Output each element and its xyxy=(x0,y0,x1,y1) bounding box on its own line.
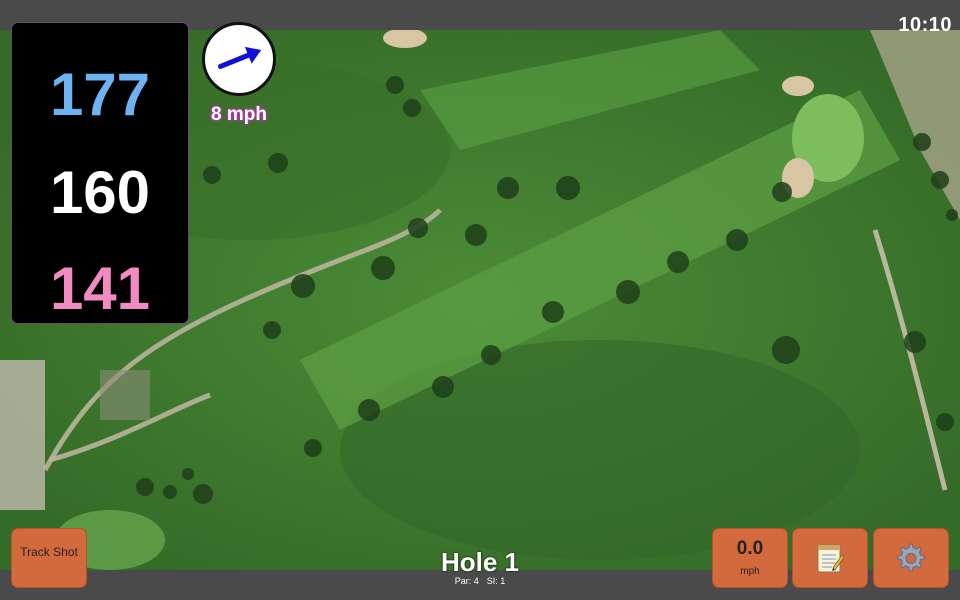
notepad-icon xyxy=(817,544,845,573)
back-distance: 177 xyxy=(49,61,151,128)
arrow-right-icon xyxy=(217,46,262,69)
clock: 10:10 xyxy=(898,14,952,36)
distance-panel: 177 160 141 xyxy=(11,22,189,324)
hole-title: Hole 1 xyxy=(440,547,520,577)
speed-value: 0.0 xyxy=(736,538,764,559)
hole-details: Par: 4 SI: 1 xyxy=(380,576,580,586)
hole-info: Hole 1 Par: 4 SI: 1 xyxy=(380,548,580,586)
track-shot-label: Track Shot xyxy=(20,545,78,559)
hole-par: Par: 4 xyxy=(454,576,479,586)
settings-button[interactable] xyxy=(873,528,949,588)
track-shot-button[interactable]: Track Shot xyxy=(11,528,87,588)
wind-speed: 8 mph xyxy=(211,104,267,125)
wind-direction-indicator xyxy=(202,22,276,96)
gear-icon xyxy=(896,543,926,572)
notes-button[interactable] xyxy=(792,528,868,588)
hole-stroke-index: SI: 1 xyxy=(486,576,506,586)
speed-button[interactable]: 0.0 mph xyxy=(712,528,788,588)
front-distance: 141 xyxy=(49,255,151,322)
center-distance: 160 xyxy=(49,159,151,226)
speed-unit: mph xyxy=(740,566,760,577)
